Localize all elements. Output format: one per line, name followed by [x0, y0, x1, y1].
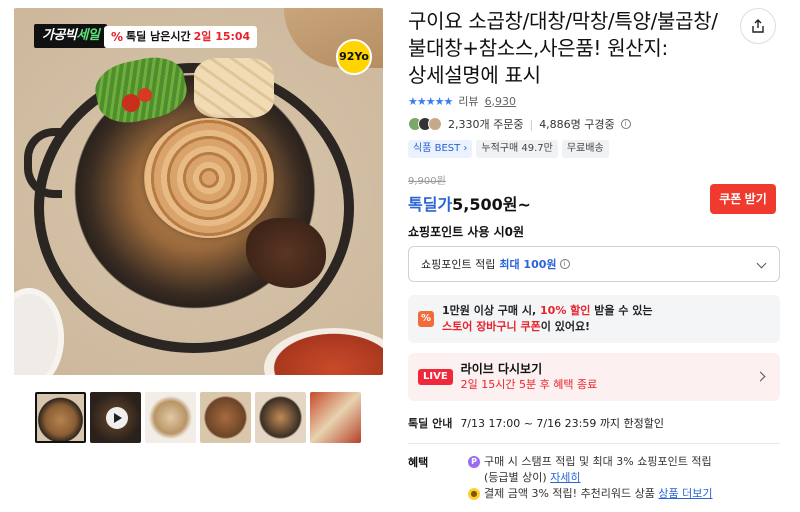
thumbnail-6[interactable] — [310, 392, 361, 443]
side-plate-decor — [14, 288, 64, 375]
percent-icon: % — [111, 30, 124, 44]
timer-value: 2일 15:04 — [193, 30, 251, 43]
live-title: 라이브 다시보기 — [460, 362, 543, 376]
chip-food-best[interactable]: 식품 BEST › — [408, 140, 473, 158]
badge-chips: 식품 BEST › 누적구매 49.7만 무료배송 — [408, 140, 780, 158]
info-icon[interactable]: i — [620, 119, 631, 129]
cart-coupon-banner: % 1만원 이상 구매 시, 10% 할인 받을 수 있는 스토어 장바구니 쿠… — [408, 295, 780, 343]
benefit-line-1: 구매 시 스탬프 적립 및 최대 3% 쇼핑포인트 적립 — [484, 455, 712, 468]
info-icon[interactable]: i — [559, 259, 570, 269]
benefit-section: 혜택 P 구매 시 스탬프 적립 및 최대 3% 쇼핑포인트 적립 (등급별 상… — [408, 455, 713, 500]
stats-row: 2,330개 주문중 | 4,886명 구경중 i — [408, 116, 780, 132]
thumbnail-video[interactable] — [90, 392, 141, 443]
detail-link[interactable]: 자세히 — [550, 471, 580, 484]
price-label: 톡딜가 — [408, 195, 453, 214]
rice-cake-decor — [194, 58, 274, 118]
benefit-label: 혜택 — [408, 456, 429, 469]
timer-label: 톡딜 남은시간 — [126, 30, 191, 43]
play-icon — [106, 407, 128, 429]
deal-timer-badge: % 톡딜 남은시간 2일 15:04 — [104, 26, 258, 48]
divider: | — [529, 117, 534, 131]
reward-coin-icon: ● — [468, 488, 480, 500]
live-badge: LIVE — [418, 369, 453, 385]
thumbnail-5[interactable] — [255, 392, 306, 443]
thumbnail-1[interactable] — [35, 392, 86, 443]
chevron-down-icon — [756, 258, 767, 269]
rating-row[interactable]: ★★★★★ 리뷰 6,930 — [408, 93, 780, 109]
deal-info-value: 7/13 17:00 ~ 7/16 23:59 까지 한정할인 — [460, 417, 665, 430]
benefit-line-2: 결제 금액 3% 적립! 추천리워드 상품 — [484, 487, 655, 500]
sausage-coil-decor — [144, 118, 274, 238]
thumbnail-strip — [35, 392, 361, 443]
more-products-link[interactable]: 상품 더보기 — [658, 487, 712, 500]
point-use-text: 쇼핑포인트 사용 시0원 — [408, 225, 525, 239]
chevron-right-icon — [755, 371, 766, 382]
rating-stars: ★★★★★ — [408, 94, 453, 108]
divider — [408, 443, 780, 444]
point-dd-label: 쇼핑포인트 적립 — [421, 258, 496, 271]
live-subtitle: 2일 15시간 5분 후 혜택 종료 — [460, 378, 598, 391]
deal-info-label: 톡딜 안내 — [408, 417, 453, 430]
share-button[interactable] — [740, 8, 776, 44]
buyer-avatars — [408, 117, 442, 131]
price-value: 5,500원~ — [452, 195, 531, 214]
product-info-panel: 구이요 소곱창/대창/막창/특양/불곱창/불대창+참소스,사은품! 원산지: 상… — [408, 8, 780, 502]
review-label: 리뷰 — [458, 95, 479, 108]
chip-cumulative: 누적구매 49.7만 — [476, 140, 558, 158]
point-coin-icon: P — [468, 456, 480, 468]
review-count[interactable]: 6,930 — [485, 95, 517, 108]
coupon-button[interactable]: 쿠폰 받기 — [710, 184, 776, 214]
sale-badge: 가공빅세일 — [34, 24, 108, 48]
point-accrual-dropdown[interactable]: 쇼핑포인트 적립 최대 100원 i — [408, 246, 780, 282]
thumbnail-3[interactable] — [145, 392, 196, 443]
brand-logo: 92Yo — [336, 39, 372, 75]
percent-icon: % — [418, 311, 434, 327]
live-replay-banner[interactable]: LIVE 라이브 다시보기 2일 15시간 5분 후 혜택 종료 — [408, 353, 780, 401]
share-icon — [752, 19, 764, 33]
product-main-image[interactable]: 가공빅세일 % 톡딜 남은시간 2일 15:04 92Yo — [14, 8, 383, 375]
viewer-count: 4,886명 구경중 — [539, 118, 615, 131]
chili-decor — [122, 94, 140, 112]
deal-info: 톡딜 안내 7/13 17:00 ~ 7/16 23:59 까지 한정할인 — [408, 415, 780, 431]
kimchi-plate-decor — [264, 328, 383, 375]
thumbnail-4[interactable] — [200, 392, 251, 443]
product-title: 구이요 소곱창/대창/막창/특양/불곱창/불대창+참소스,사은품! 원산지: 상… — [408, 9, 718, 87]
point-dd-value: 최대 100원 — [499, 258, 557, 271]
order-count: 2,330개 주문중 — [448, 118, 524, 131]
chip-free-shipping: 무료배송 — [561, 140, 609, 158]
